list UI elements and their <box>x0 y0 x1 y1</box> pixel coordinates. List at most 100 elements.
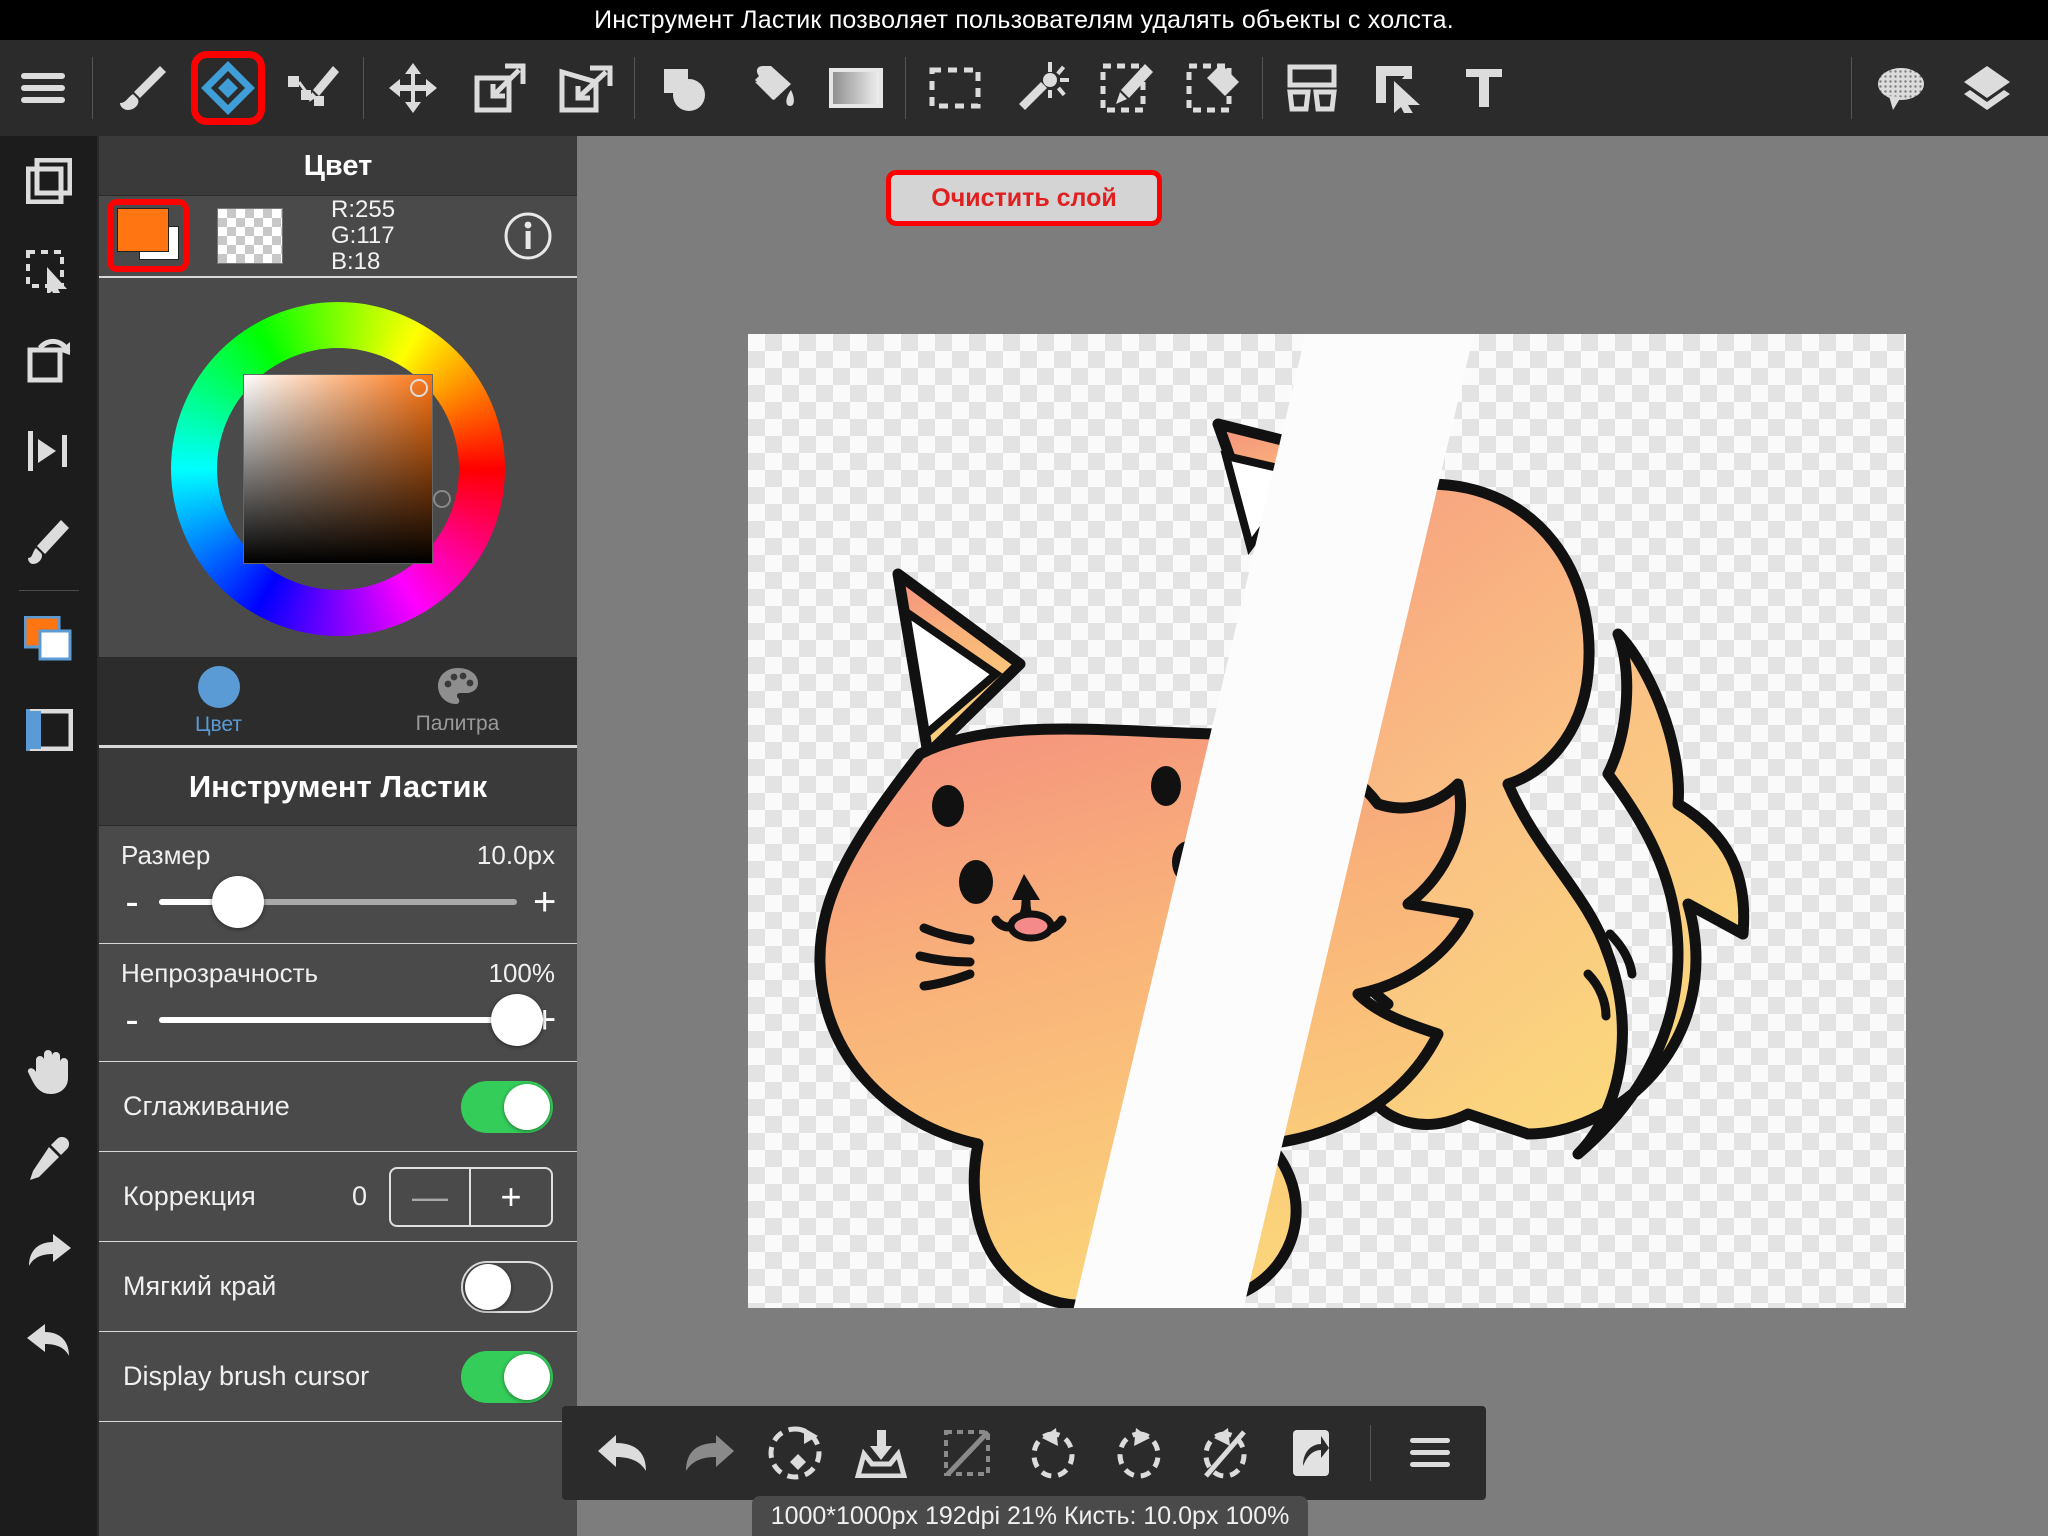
size-slider[interactable]: - + <box>121 871 556 933</box>
rgb-b-value: B:18 <box>331 248 381 275</box>
tool-panel-title: Инструмент Ластик <box>99 748 577 826</box>
undo-button[interactable] <box>580 1410 666 1496</box>
redo-button[interactable] <box>666 1410 752 1496</box>
toolbar-divider <box>92 57 93 119</box>
sidebar-item-flip-panel[interactable] <box>0 406 97 496</box>
foreground-color-chip <box>117 208 169 252</box>
correction-label: Коррекция <box>123 1181 256 1211</box>
import-button[interactable] <box>838 1410 924 1496</box>
size-label: Размер <box>121 840 211 870</box>
deselect-button[interactable] <box>924 1410 1010 1496</box>
opacity-slider-track[interactable] <box>159 994 543 1046</box>
top-toolbar <box>0 40 2048 136</box>
brush-cursor-toggle[interactable] <box>461 1350 553 1403</box>
rotate-left-button[interactable] <box>1010 1410 1096 1496</box>
foreground-color-swatch[interactable] <box>107 199 189 272</box>
opacity-label: Непрозрачность <box>121 958 319 988</box>
more-menu-button[interactable] <box>1387 1410 1473 1496</box>
undo-rail[interactable] <box>0 1295 97 1385</box>
correction-stepper[interactable]: — + <box>389 1166 553 1227</box>
comment-tool[interactable] <box>1858 45 1944 131</box>
sidebar-item-rotate-panel[interactable] <box>0 316 97 406</box>
rotate-right-button[interactable] <box>1096 1410 1182 1496</box>
size-setting-row: Размер 10.0px - + <box>99 826 577 944</box>
opacity-slider-knob[interactable] <box>491 994 543 1046</box>
text-tool[interactable] <box>1441 45 1527 131</box>
background-color-chip <box>139 226 179 260</box>
transparent-color-swatch[interactable] <box>217 208 283 264</box>
sv-cursor[interactable] <box>410 379 428 397</box>
drawing-canvas[interactable] <box>748 334 1906 1308</box>
opacity-slider[interactable]: - + <box>121 989 556 1051</box>
color-wheel-area[interactable] <box>99 278 577 658</box>
flip-canvas-button[interactable] <box>752 1410 838 1496</box>
shape-tool[interactable] <box>641 45 727 131</box>
opacity-minus-button[interactable]: - <box>121 1000 143 1040</box>
gradient-tool[interactable] <box>813 45 899 131</box>
rgb-r-value: R:255 <box>331 196 396 223</box>
sidebar-item-brush-panel[interactable] <box>0 496 97 586</box>
layers-tool[interactable] <box>1944 45 2030 131</box>
select-pen-tool[interactable] <box>1084 45 1170 131</box>
size-slider-knob[interactable] <box>211 876 264 928</box>
select-eraser-tool[interactable] <box>1170 45 1256 131</box>
clear-layer-button[interactable]: Очистить слой <box>886 170 1162 226</box>
hue-wheel[interactable] <box>171 302 505 636</box>
sidebar-item-window-panel[interactable] <box>0 685 97 775</box>
antialias-label: Сглаживание <box>123 1091 290 1121</box>
redo-rail[interactable] <box>0 1205 97 1295</box>
color-panel-tabs: Цвет Палитра <box>99 658 577 748</box>
pen-tool[interactable] <box>271 45 357 131</box>
tab-palette-label: Палитра <box>415 712 500 735</box>
bottom-toolbar-divider <box>1370 1425 1371 1481</box>
sidebar-item-selection-panel[interactable] <box>0 226 97 316</box>
left-panel: Цвет R:255 G:117 B:18 Цвет Палитра Инстр… <box>97 136 577 1536</box>
toolbar-divider <box>1262 57 1263 119</box>
share-button[interactable] <box>1268 1410 1354 1496</box>
canvas-layout-tool[interactable] <box>1269 45 1355 131</box>
sidebar-item-layers-panel[interactable] <box>0 136 97 226</box>
sidebar-item-color-panel[interactable] <box>0 595 97 685</box>
distort-tool[interactable] <box>542 45 628 131</box>
object-select-tool[interactable] <box>1355 45 1441 131</box>
bucket-fill-tool[interactable] <box>727 45 813 131</box>
size-value: 10.0px <box>476 840 555 870</box>
opacity-slider-fill <box>159 1017 517 1023</box>
move-tool[interactable] <box>370 45 456 131</box>
rect-select-tool[interactable] <box>912 45 998 131</box>
reset-rotation-button[interactable] <box>1182 1410 1268 1496</box>
tab-color-label: Цвет <box>194 713 243 736</box>
eyedropper-tool[interactable] <box>0 1115 97 1205</box>
color-panel-title: Цвет <box>99 136 577 196</box>
magic-wand-tool[interactable] <box>998 45 1084 131</box>
correction-plus-button[interactable]: + <box>471 1169 551 1225</box>
transform-tool[interactable] <box>456 45 542 131</box>
toolbar-divider <box>363 57 364 119</box>
saturation-value-box[interactable] <box>243 374 433 564</box>
tab-color[interactable]: Цвет <box>99 658 338 745</box>
size-plus-button[interactable]: + <box>533 882 556 922</box>
soft-edge-row: Мягкий край <box>99 1242 577 1332</box>
hue-cursor[interactable] <box>433 490 451 508</box>
opacity-value: 100% <box>488 958 556 988</box>
menu-icon[interactable] <box>0 45 86 131</box>
soft-edge-label: Мягкий край <box>123 1271 277 1301</box>
correction-row: Коррекция 0 — + <box>99 1152 577 1242</box>
toolbar-divider <box>1851 57 1852 119</box>
cat-artwork <box>814 334 1750 1308</box>
info-icon[interactable] <box>503 211 553 261</box>
app-root: Инструмент Ластик позволяет пользователя… <box>0 0 2048 1536</box>
size-minus-button[interactable]: - <box>121 882 143 922</box>
brush-cursor-label: Display brush cursor <box>123 1361 370 1391</box>
eraser-tool[interactable] <box>185 45 271 131</box>
antialias-row: Сглаживание <box>99 1062 577 1152</box>
soft-edge-toggle[interactable] <box>461 1260 553 1313</box>
antialias-toggle[interactable] <box>461 1080 553 1133</box>
toolbar-divider <box>905 57 906 119</box>
correction-minus-button[interactable]: — <box>391 1168 471 1225</box>
rgb-readout: R:255 G:117 B:18 <box>331 197 503 275</box>
tab-palette[interactable]: Палитра <box>338 658 577 745</box>
size-slider-track[interactable] <box>159 876 517 928</box>
hand-tool[interactable] <box>0 1025 97 1115</box>
brush-tool[interactable] <box>99 45 185 131</box>
